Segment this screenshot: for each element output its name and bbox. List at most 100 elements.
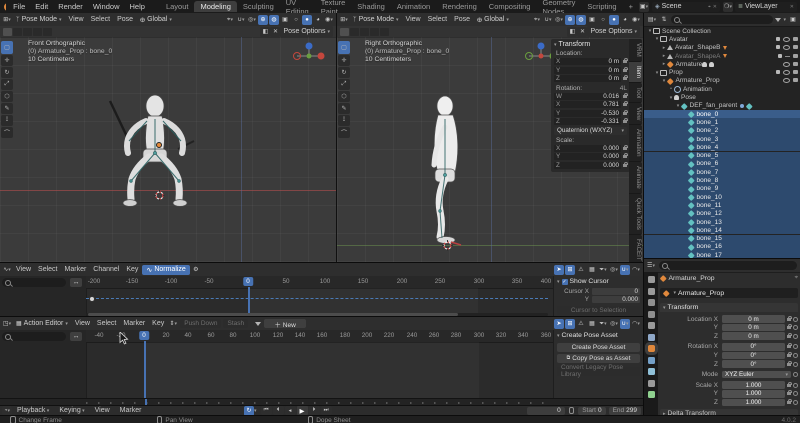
playback-sync-icon[interactable]: ↻ xyxy=(244,406,254,416)
property-field-y[interactable]: 1.000 xyxy=(722,390,785,398)
workspace-tab-modeling[interactable]: Modeling xyxy=(194,1,236,12)
properties-search-input[interactable] xyxy=(659,261,797,270)
select-mode-option-4[interactable] xyxy=(380,28,389,36)
overlay-toggle-icon[interactable]: ▦ xyxy=(587,319,597,329)
create-pose-asset-panel-header[interactable]: ▾ Create Pose Asset xyxy=(557,332,640,339)
outliner-row-bone_12[interactable]: bone_12 xyxy=(644,210,800,218)
properties-editor-icon[interactable]: ☰▾ xyxy=(646,261,656,271)
animate-property-icon[interactable] xyxy=(793,325,798,330)
outliner-display-mode-icon[interactable]: ▤▾ xyxy=(647,15,657,25)
properties-tab-output-icon[interactable] xyxy=(648,299,655,306)
property-field-z[interactable]: 1.000 xyxy=(722,399,785,407)
jump-to-end-button[interactable]: ⏭ xyxy=(321,406,332,415)
copy-pose-as-asset-button[interactable]: ⧉ Copy Pose as Asset xyxy=(557,354,640,363)
animate-property-icon[interactable] xyxy=(793,353,798,358)
animate-property-icon[interactable] xyxy=(793,391,798,396)
dope-menu-key[interactable]: Key xyxy=(149,320,167,327)
new-collection-icon[interactable]: ▣ xyxy=(788,15,798,25)
eye-icon[interactable] xyxy=(783,78,790,83)
properties-tab-world-icon[interactable] xyxy=(648,334,655,341)
properties-tab-modifiers-icon[interactable] xyxy=(648,357,655,364)
jump-to-start-button[interactable]: ⏮ xyxy=(261,406,272,415)
animate-property-icon[interactable] xyxy=(793,400,798,405)
lock-icon[interactable] xyxy=(623,155,627,158)
dope-menu-select[interactable]: Select xyxy=(94,320,119,327)
filter-icon[interactable]: ⏷▾ xyxy=(598,265,608,275)
lock-icon[interactable] xyxy=(787,401,791,404)
pin-icon[interactable]: ⌖ xyxy=(795,275,798,282)
property-field-z[interactable]: 0 m xyxy=(722,332,785,340)
rotation-w-field[interactable]: W0.016 xyxy=(554,93,621,100)
character-front[interactable] xyxy=(70,91,210,216)
convert-legacy-pose-library-button[interactable]: Convert Legacy Pose Library xyxy=(557,367,640,376)
workspace-tab-sculpting[interactable]: Sculpting xyxy=(237,1,280,12)
select-tweak-icon[interactable]: ➤ xyxy=(554,265,564,275)
eye-icon[interactable] xyxy=(783,62,790,67)
properties-tab-view-layer-icon[interactable] xyxy=(648,311,655,318)
blender-logo-icon[interactable] xyxy=(3,2,6,12)
playback-menu-marker[interactable]: Marker xyxy=(115,407,147,414)
timeline-editor-icon[interactable]: ◔▾ xyxy=(2,406,12,416)
gizmo-y-axis[interactable] xyxy=(307,54,312,59)
animate-property-icon[interactable] xyxy=(793,317,798,322)
lock-icon[interactable] xyxy=(623,164,627,167)
outliner-row-scene-collection[interactable]: ▾Scene Collection xyxy=(644,27,800,35)
graph-menu-channel[interactable]: Channel xyxy=(90,266,122,273)
eye-icon[interactable] xyxy=(783,45,790,50)
shading-material-icon[interactable]: ◕ xyxy=(620,15,630,25)
outliner-row-avatar_shapeb[interactable]: ▸Avatar_ShapeB xyxy=(644,44,800,52)
frame-end-field[interactable]: End299 xyxy=(609,407,641,415)
outliner-row-bone_13[interactable]: bone_13 xyxy=(644,218,800,226)
property-field-mode[interactable]: XYZ Euler▾ xyxy=(722,371,791,379)
move-tool-icon[interactable]: ↻ xyxy=(338,67,350,78)
annotate-tool-icon[interactable]: ⟟ xyxy=(338,115,350,126)
pivot-point-icon[interactable]: ⌖▾ xyxy=(532,15,542,25)
transform-tool-icon[interactable]: ✎ xyxy=(1,103,13,114)
close-icon[interactable]: ✕ xyxy=(790,4,794,10)
orientation-selector[interactable]: 🜨Global▾ xyxy=(137,14,175,25)
workspace-tab-scripting[interactable]: Scripting xyxy=(581,1,622,12)
close-icon[interactable]: ✕ xyxy=(713,4,717,10)
measure-tool-icon[interactable]: ⌒ xyxy=(338,127,350,138)
mode-selector[interactable]: ᛉPose Mode▾ xyxy=(13,14,65,25)
warning-icon[interactable]: ⚠ xyxy=(576,265,586,275)
camera-icon[interactable] xyxy=(793,37,798,41)
play-button[interactable]: ▶ xyxy=(297,406,308,415)
location-x-field[interactable]: X0 m xyxy=(554,58,621,65)
select-mode-option-3[interactable] xyxy=(33,28,42,36)
rotation-x-field[interactable]: X0.781 xyxy=(554,101,621,108)
shading-rendered-icon[interactable]: ◉▾ xyxy=(631,15,641,25)
pivot-point-icon[interactable]: ⌖▾ xyxy=(225,15,235,25)
dope-menu-view[interactable]: View xyxy=(72,320,93,327)
sidebar-tab-view[interactable]: View xyxy=(629,103,642,125)
menu-window[interactable]: Window xyxy=(88,2,125,11)
transform-tool-icon[interactable]: ✎ xyxy=(338,103,350,114)
outliner-row-bone_7[interactable]: bone_7 xyxy=(644,168,800,176)
filter-dropdown-icon[interactable]: ▾ xyxy=(783,17,786,23)
add-workspace-button[interactable]: + xyxy=(623,1,639,12)
object-name-field[interactable]: ▾ Armature_Prop xyxy=(660,288,798,298)
outliner-row-bone_2[interactable]: bone_2 xyxy=(644,127,800,135)
overlay-toggle-icon[interactable]: ▦ xyxy=(587,265,597,275)
dope-sheet-editor-icon[interactable]: ◳▾ xyxy=(2,319,12,329)
shading-wireframe-icon[interactable]: ○ xyxy=(598,15,608,25)
outliner-row-bone_10[interactable]: bone_10 xyxy=(644,193,800,201)
sidebar-tab-faceit[interactable]: FACEIT xyxy=(629,235,642,262)
select-mode-option-0[interactable] xyxy=(3,28,12,36)
measure-tool-icon[interactable]: ⌒ xyxy=(1,127,13,138)
workspace-tab-animation[interactable]: Animation xyxy=(391,1,436,12)
show-cursor-panel-header[interactable]: ▾ ✓ Show Cursor xyxy=(557,278,640,285)
outliner-row-animation[interactable]: •Animation xyxy=(644,85,800,93)
camera-icon[interactable] xyxy=(793,54,798,58)
lock-icon[interactable] xyxy=(787,326,791,329)
xray-toggle-icon[interactable]: ▣ xyxy=(280,15,290,25)
unpin-icon[interactable]: ⌖ xyxy=(708,4,711,10)
gizmo-x-axis[interactable] xyxy=(539,54,544,59)
viewlayer-browse-icon[interactable]: ❍▾ xyxy=(723,2,733,12)
checkbox-icon[interactable] xyxy=(778,54,782,58)
lock-icon[interactable] xyxy=(623,112,627,115)
graph-playhead[interactable] xyxy=(248,287,250,313)
orientation-selector[interactable]: 🜨Global▾ xyxy=(474,14,512,25)
properties-tab-object-icon[interactable] xyxy=(648,345,655,352)
proportional-edit-icon[interactable]: ◎▾ xyxy=(247,15,257,25)
